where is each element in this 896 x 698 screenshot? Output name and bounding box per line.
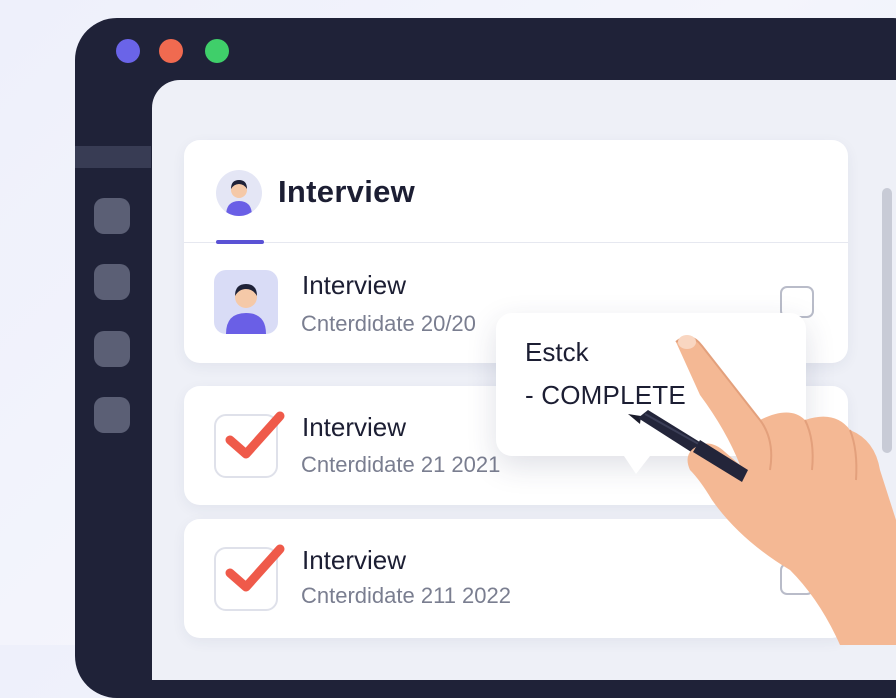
window-dot-maximize[interactable] <box>205 39 229 63</box>
item-title: Interview <box>302 412 407 442</box>
status-tooltip: Estck - COMPLETE <box>496 313 806 474</box>
item-title: Interview <box>302 270 407 300</box>
window-dot-close[interactable] <box>159 39 183 63</box>
sidebar-item-4[interactable] <box>94 397 130 433</box>
scrollbar-thumb[interactable] <box>882 188 892 453</box>
window-dot-minimize[interactable] <box>116 39 140 63</box>
panel-header: Interview <box>184 140 848 244</box>
list-item[interactable]: Interview Cnterdidate 211 2022 <box>184 519 848 638</box>
sidebar-active-indicator <box>75 146 151 168</box>
item-subtitle: Cnterdidate 211 2022 <box>301 583 511 608</box>
checkmark-icon <box>225 411 285 459</box>
active-tab-indicator <box>216 240 264 244</box>
sidebar-item-1[interactable] <box>94 198 130 234</box>
user-avatar-icon <box>216 170 262 216</box>
tooltip-status: - COMPLETE <box>525 380 686 410</box>
page-title: Interview <box>278 174 416 209</box>
sidebar-item-3[interactable] <box>94 331 130 367</box>
item-title: Interview <box>302 545 407 575</box>
item-checkbox[interactable] <box>214 411 285 478</box>
sidebar-item-2[interactable] <box>94 264 130 300</box>
candidate-avatar-icon <box>214 270 278 334</box>
item-checkbox[interactable] <box>214 544 285 611</box>
tooltip-title: Estck <box>525 337 589 367</box>
checkmark-icon <box>225 544 285 592</box>
item-checkbox-small[interactable] <box>780 563 814 595</box>
item-subtitle: Cnterdidate 21 2021 <box>301 452 501 477</box>
item-subtitle: Cnterdidate 20/20 <box>301 311 476 336</box>
